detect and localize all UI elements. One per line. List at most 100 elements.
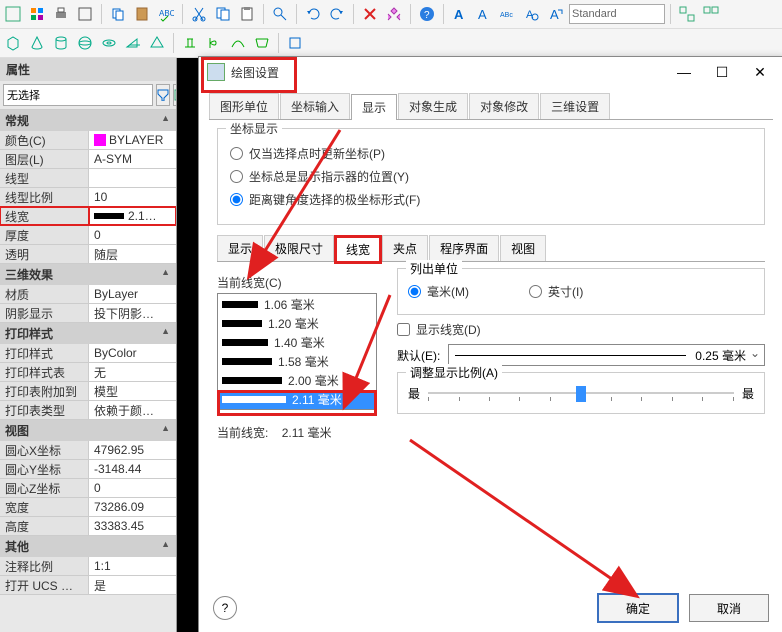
lineweight-item[interactable]: 2.00 毫米 — [218, 371, 376, 390]
undo-icon[interactable] — [302, 3, 324, 25]
close-button[interactable]: ✕ — [745, 60, 775, 84]
lineweight-item[interactable]: 1.58 毫米 — [218, 352, 376, 371]
sub-tab-bar: 显示 极限尺寸 线宽 夹点 程序界面 视图 — [217, 235, 765, 262]
toolbar-row-1: ABC ? A A ABc A A — [0, 0, 782, 29]
solid-wedge-icon[interactable] — [122, 32, 144, 54]
delete-icon[interactable] — [359, 3, 381, 25]
section-printstyle[interactable]: 打印样式 — [0, 323, 176, 344]
svg-text:A: A — [478, 7, 487, 22]
loft-icon[interactable] — [251, 32, 273, 54]
copy-icon[interactable] — [107, 3, 129, 25]
toolbar-icon[interactable] — [26, 3, 48, 25]
toolbar-icon[interactable] — [383, 3, 405, 25]
drawing-canvas[interactable] — [177, 58, 200, 632]
tab-display[interactable]: 显示 — [351, 94, 397, 120]
paste-icon[interactable] — [131, 3, 153, 25]
radio-update-on-pick[interactable]: 仅当选择点时更新坐标(P) — [230, 145, 752, 162]
radio-mm[interactable]: 毫米(M) — [408, 283, 469, 300]
section-general[interactable]: 常规 — [0, 110, 176, 131]
tab-units[interactable]: 图形单位 — [209, 93, 279, 119]
tab-3d-settings[interactable]: 三维设置 — [540, 93, 610, 119]
cut-icon[interactable] — [188, 3, 210, 25]
tab-obj-create[interactable]: 对象生成 — [398, 93, 468, 119]
subtab-limits[interactable]: 极限尺寸 — [264, 235, 334, 261]
solid-cube-icon[interactable] — [2, 32, 24, 54]
text-style-a[interactable]: A — [449, 3, 471, 25]
help-icon[interactable]: ? — [416, 3, 438, 25]
minimize-button[interactable]: — — [669, 60, 699, 84]
current-lw-readout: 当前线宽: 2.11 毫米 — [217, 424, 377, 441]
dialog-footer: ? 确定 取消 — [213, 593, 769, 623]
tab-coord-input[interactable]: 坐标输入 — [280, 93, 350, 119]
properties-toolbar — [0, 81, 176, 110]
text-scale-a[interactable]: A — [545, 3, 567, 25]
tab-obj-modify[interactable]: 对象修改 — [469, 93, 539, 119]
search-icon[interactable] — [269, 3, 291, 25]
toolbar-icon[interactable] — [2, 3, 24, 25]
svg-text:?: ? — [424, 10, 430, 21]
svg-text:A: A — [454, 7, 464, 22]
units-group: 列出单位 毫米(M) 英寸(I) — [397, 268, 765, 315]
section-view[interactable]: 视图 — [0, 420, 176, 441]
lineweight-item[interactable]: 1.20 毫米 — [218, 314, 376, 333]
subtab-grips[interactable]: 夹点 — [382, 235, 428, 261]
ungroup-icon[interactable] — [700, 3, 722, 25]
solid-cylinder-icon[interactable] — [50, 32, 72, 54]
revolve-icon[interactable] — [203, 32, 225, 54]
spellcheck-icon[interactable]: ABC — [155, 3, 177, 25]
subtab-lineweight[interactable]: 线宽 — [335, 236, 381, 262]
svg-text:ABc: ABc — [500, 12, 513, 19]
lineweight-list[interactable]: 1.00 毫米1.06 毫米1.20 毫米1.40 毫米1.58 毫米2.00 … — [217, 293, 377, 410]
solid-pyramid-icon[interactable] — [146, 32, 168, 54]
subtab-view[interactable]: 视图 — [500, 235, 546, 261]
sweep-icon[interactable] — [227, 32, 249, 54]
extrude-icon[interactable] — [179, 32, 201, 54]
default-lw-combo[interactable]: 0.25 毫米 — [448, 344, 765, 366]
toolbar-row-2 — [0, 29, 782, 58]
dialog-title: 绘图设置 — [231, 64, 663, 81]
current-lw-label: 当前线宽(C) — [217, 274, 377, 291]
copy-icon[interactable] — [212, 3, 234, 25]
text-style-combo[interactable] — [569, 4, 665, 24]
group-icon[interactable] — [676, 3, 698, 25]
dialog-icon — [207, 63, 225, 81]
radio-inch[interactable]: 英寸(I) — [529, 283, 583, 300]
lineweight-item[interactable]: 1.40 毫米 — [218, 333, 376, 352]
dialog-titlebar[interactable]: 绘图设置 — ☐ ✕ — [199, 57, 782, 87]
redo-icon[interactable] — [326, 3, 348, 25]
coord-display-group: 坐标显示 仅当选择点时更新坐标(P) 坐标总是显示指示器的位置(Y) 距离键角度… — [217, 128, 765, 225]
subtab-ui[interactable]: 程序界面 — [429, 235, 499, 261]
subtab-display[interactable]: 显示 — [217, 235, 263, 261]
properties-title: 属性 — [0, 58, 176, 81]
svg-text:ABC: ABC — [159, 9, 174, 18]
toolbar-icon[interactable] — [284, 32, 306, 54]
solid-cone-icon[interactable] — [26, 32, 48, 54]
text-find-a[interactable]: A — [521, 3, 543, 25]
text-style-a[interactable]: A — [473, 3, 495, 25]
selection-combo[interactable] — [3, 84, 153, 106]
scale-slider[interactable] — [428, 383, 734, 403]
svg-text:A: A — [550, 7, 559, 22]
properties-panel: 属性 常规 颜色(C)BYLAYER 图层(L)A-SYM 线型 线型比例10 … — [0, 58, 177, 632]
lineweight-item[interactable]: 2.11 毫米 — [218, 390, 376, 409]
cancel-button[interactable]: 取消 — [689, 594, 769, 622]
color-swatch — [94, 134, 106, 146]
lineweight-row[interactable]: 线宽2.1… — [0, 207, 176, 226]
section-3deffects[interactable]: 三维效果 — [0, 264, 176, 285]
lineweight-item[interactable]: 1.06 毫米 — [218, 295, 376, 314]
help-button[interactable]: ? — [213, 596, 237, 620]
check-show-lw[interactable]: 显示线宽(D) — [397, 321, 765, 338]
qselect-icon[interactable] — [156, 84, 170, 106]
radio-polar[interactable]: 距离键角度选择的极坐标形式(F) — [230, 191, 752, 208]
paste-icon[interactable] — [236, 3, 258, 25]
ok-button[interactable]: 确定 — [597, 593, 679, 623]
solid-torus-icon[interactable] — [98, 32, 120, 54]
text-style-abc[interactable]: ABc — [497, 3, 519, 25]
solid-sphere-icon[interactable] — [74, 32, 96, 54]
section-misc[interactable]: 其他 — [0, 536, 176, 557]
radio-always-show[interactable]: 坐标总是显示指示器的位置(Y) — [230, 168, 752, 185]
print-icon[interactable] — [50, 3, 72, 25]
scale-group: 调整显示比例(A) 最 最 — [397, 372, 765, 414]
toolbar-icon[interactable] — [74, 3, 96, 25]
maximize-button[interactable]: ☐ — [707, 60, 737, 84]
